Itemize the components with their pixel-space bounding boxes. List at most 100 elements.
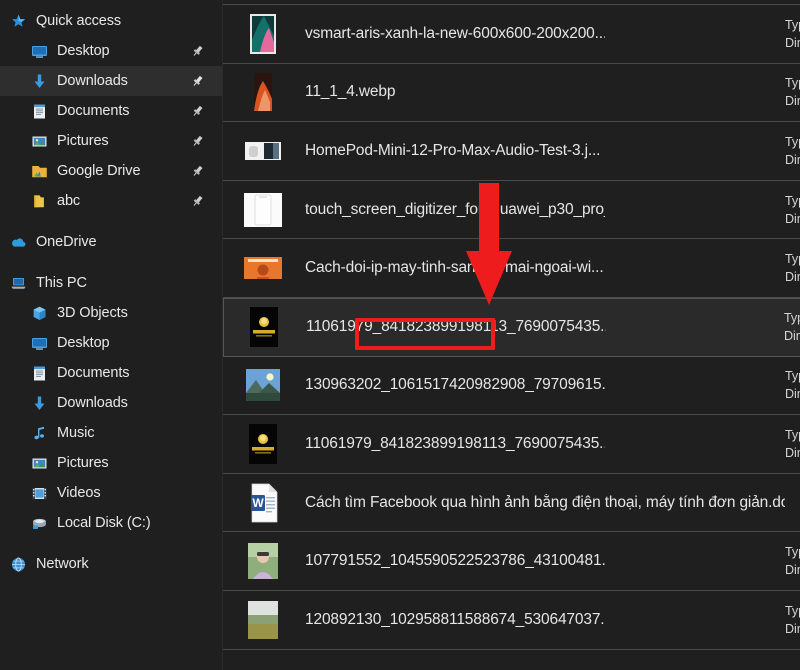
white-phone-thumbnail bbox=[243, 188, 283, 232]
sidebar-item-label: Videos bbox=[57, 485, 100, 501]
sidebar-item-downloads[interactable]: Downloads bbox=[0, 66, 222, 96]
sidebar-item-label: Downloads bbox=[57, 73, 128, 89]
sidebar-item-documents-pc[interactable]: Documents bbox=[0, 358, 222, 388]
file-dimensions: Dimensions: 2016 x 1512 bbox=[785, 385, 800, 403]
file-meta: Type: JPG File Dimensions: 960 x 959 bbox=[785, 543, 800, 579]
black-gold-logo-thumbnail bbox=[244, 305, 284, 349]
navigation-sidebar: Quick access Desktop Downloads Doc bbox=[0, 0, 222, 670]
file-name: 11_1_4.webp bbox=[305, 83, 605, 101]
sidebar-group-network[interactable]: Network bbox=[0, 549, 222, 579]
download-arrow-icon bbox=[31, 395, 48, 412]
pin-icon[interactable] bbox=[191, 75, 204, 88]
file-dimensions: Dimensions: 500 x 500 bbox=[785, 210, 800, 228]
sidebar-item-videos[interactable]: Videos bbox=[0, 478, 222, 508]
desktop-icon bbox=[31, 43, 48, 60]
file-explorer-window: Quick access Desktop Downloads Doc bbox=[0, 0, 800, 670]
sidebar-item-desktop[interactable]: Desktop bbox=[0, 36, 222, 66]
file-name: 11061979_841823899198113_7690075435... bbox=[306, 318, 606, 336]
sidebar-item-local-disk-c[interactable]: Local Disk (C:) bbox=[0, 508, 222, 538]
hard-disk-icon bbox=[31, 515, 48, 532]
sidebar-spacer-1 bbox=[0, 216, 222, 227]
sidebar-item-google-drive[interactable]: Google Drive bbox=[0, 156, 222, 186]
file-type: Type: JPG File bbox=[785, 192, 800, 210]
computer-icon bbox=[10, 275, 27, 292]
table-row[interactable]: W Cách tìm Facebook qua hình ảnh bằng đi… bbox=[223, 474, 800, 533]
videos-icon bbox=[31, 485, 48, 502]
file-meta: Type: JPG File Dimensions: 2048 x 2048 bbox=[785, 602, 800, 638]
file-name: vsmart-aris-xanh-la-new-600x600-200x200.… bbox=[305, 25, 605, 43]
sidebar-item-abc[interactable]: abc bbox=[0, 186, 222, 216]
sidebar-item-music[interactable]: Music bbox=[0, 418, 222, 448]
sidebar-group-quick-access[interactable]: Quick access bbox=[0, 6, 222, 36]
orange-banner-thumbnail bbox=[243, 246, 283, 290]
sidebar-item-pictures-pc[interactable]: Pictures bbox=[0, 448, 222, 478]
pictures-icon bbox=[31, 133, 48, 150]
table-row[interactable]: 107791552_1045590522523786_43100481... T… bbox=[223, 532, 800, 591]
file-name: Cach-doi-ip-may-tinh-sangoc-mai-ngoai-wi… bbox=[305, 259, 605, 277]
table-row[interactable]: 11061979_841823899198113_7690075435... T… bbox=[223, 415, 800, 474]
sidebar-item-label: Music bbox=[57, 425, 94, 441]
pin-icon[interactable] bbox=[191, 135, 204, 148]
pin-icon[interactable] bbox=[191, 195, 204, 208]
table-row[interactable]: Cach-doi-ip-may-tinh-sangoc-mai-ngoai-wi… bbox=[223, 239, 800, 298]
table-row[interactable]: 130963202_1061517420982908_79709615... T… bbox=[223, 357, 800, 416]
table-row[interactable]: 11_1_4.webp Type: Chrome HTML Document D… bbox=[223, 64, 800, 123]
sidebar-item-label: Documents bbox=[57, 365, 129, 381]
table-row[interactable]: touch_screen_digitizer_for_huawei_p30_pr… bbox=[223, 181, 800, 240]
star-icon bbox=[10, 13, 27, 30]
file-type: Type: JPG File bbox=[785, 367, 800, 385]
pin-icon[interactable] bbox=[191, 105, 204, 118]
svg-text:W: W bbox=[252, 496, 264, 510]
pin-icon[interactable] bbox=[191, 165, 204, 178]
desktop-icon bbox=[31, 335, 48, 352]
file-type: Type: JPG File bbox=[785, 133, 800, 151]
file-meta: Type: JPG File Dimensions: 840 x 470 bbox=[785, 250, 800, 286]
table-row[interactable]: vsmart-aris-xanh-la-new-600x600-200x200.… bbox=[223, 5, 800, 64]
file-name: 11061979_841823899198113_7690075435... bbox=[305, 435, 605, 453]
sidebar-item-pictures[interactable]: Pictures bbox=[0, 126, 222, 156]
file-name: 107791552_1045590522523786_43100481... bbox=[305, 552, 605, 570]
black-gold-logo-thumbnail bbox=[243, 422, 283, 466]
file-dimensions: Dimensions: 600 x 600 bbox=[785, 34, 800, 52]
file-type: Type: PNG File bbox=[784, 309, 800, 327]
sidebar-group-this-pc[interactable]: This PC bbox=[0, 268, 222, 298]
table-row[interactable]: 120892130_102958811588674_530647037... T… bbox=[223, 591, 800, 650]
file-name: touch_screen_digitizer_for_huawei_p30_pr… bbox=[305, 201, 605, 219]
file-dimensions: Dimensions: 300 x 300 bbox=[785, 444, 800, 462]
pin-icon[interactable] bbox=[191, 45, 204, 58]
sidebar-item-label: Documents bbox=[57, 103, 129, 119]
file-meta: Type: PNG File Dimensions: 300 x 300 bbox=[785, 426, 800, 462]
file-name: Cách tìm Facebook qua hình ảnh bằng điện… bbox=[305, 494, 785, 512]
sidebar-group-label: Quick access bbox=[36, 13, 121, 29]
landscape-sky-thumbnail bbox=[243, 363, 283, 407]
download-arrow-icon bbox=[31, 73, 48, 90]
sidebar-group-onedrive[interactable]: OneDrive bbox=[0, 227, 222, 257]
document-icon bbox=[31, 103, 48, 120]
sidebar-item-label: Pictures bbox=[57, 133, 109, 149]
music-note-icon bbox=[31, 425, 48, 442]
document-icon bbox=[31, 365, 48, 382]
file-type: Type: PNG File bbox=[785, 426, 800, 444]
sidebar-group-label: OneDrive bbox=[36, 234, 96, 250]
table-row[interactable]: HomePod-Mini-12-Pro-Max-Audio-Test-3.j..… bbox=[223, 122, 800, 181]
sidebar-item-desktop-pc[interactable]: Desktop bbox=[0, 328, 222, 358]
file-dimensions: Dimensions: 840 x 470 bbox=[785, 268, 800, 286]
sidebar-item-3d-objects[interactable]: 3D Objects bbox=[0, 298, 222, 328]
file-type: Type: JPG File bbox=[785, 543, 800, 561]
google-drive-icon bbox=[31, 163, 48, 180]
sidebar-item-label: abc bbox=[57, 193, 80, 209]
sidebar-item-label: 3D Objects bbox=[57, 305, 128, 321]
sidebar-item-downloads-pc[interactable]: Downloads bbox=[0, 388, 222, 418]
file-list[interactable]: vsmart-aris-xanh-la-new-600x600-200x200.… bbox=[222, 0, 800, 670]
word-document-icon: W bbox=[243, 481, 283, 525]
onedrive-cloud-icon bbox=[10, 234, 27, 251]
pictures-icon bbox=[31, 455, 48, 472]
field-landscape-thumbnail bbox=[243, 598, 283, 642]
folder-icon bbox=[31, 193, 48, 210]
table-row-selected[interactable]: 11061979_841823899198113_7690075435... T… bbox=[223, 298, 800, 357]
sidebar-item-documents[interactable]: Documents bbox=[0, 96, 222, 126]
file-name: 120892130_102958811588674_530647037... bbox=[305, 611, 605, 629]
file-name: HomePod-Mini-12-Pro-Max-Audio-Test-3.j..… bbox=[305, 142, 605, 160]
sidebar-item-label: Downloads bbox=[57, 395, 128, 411]
file-dimensions: Dimensions: 960 x 959 bbox=[785, 561, 800, 579]
